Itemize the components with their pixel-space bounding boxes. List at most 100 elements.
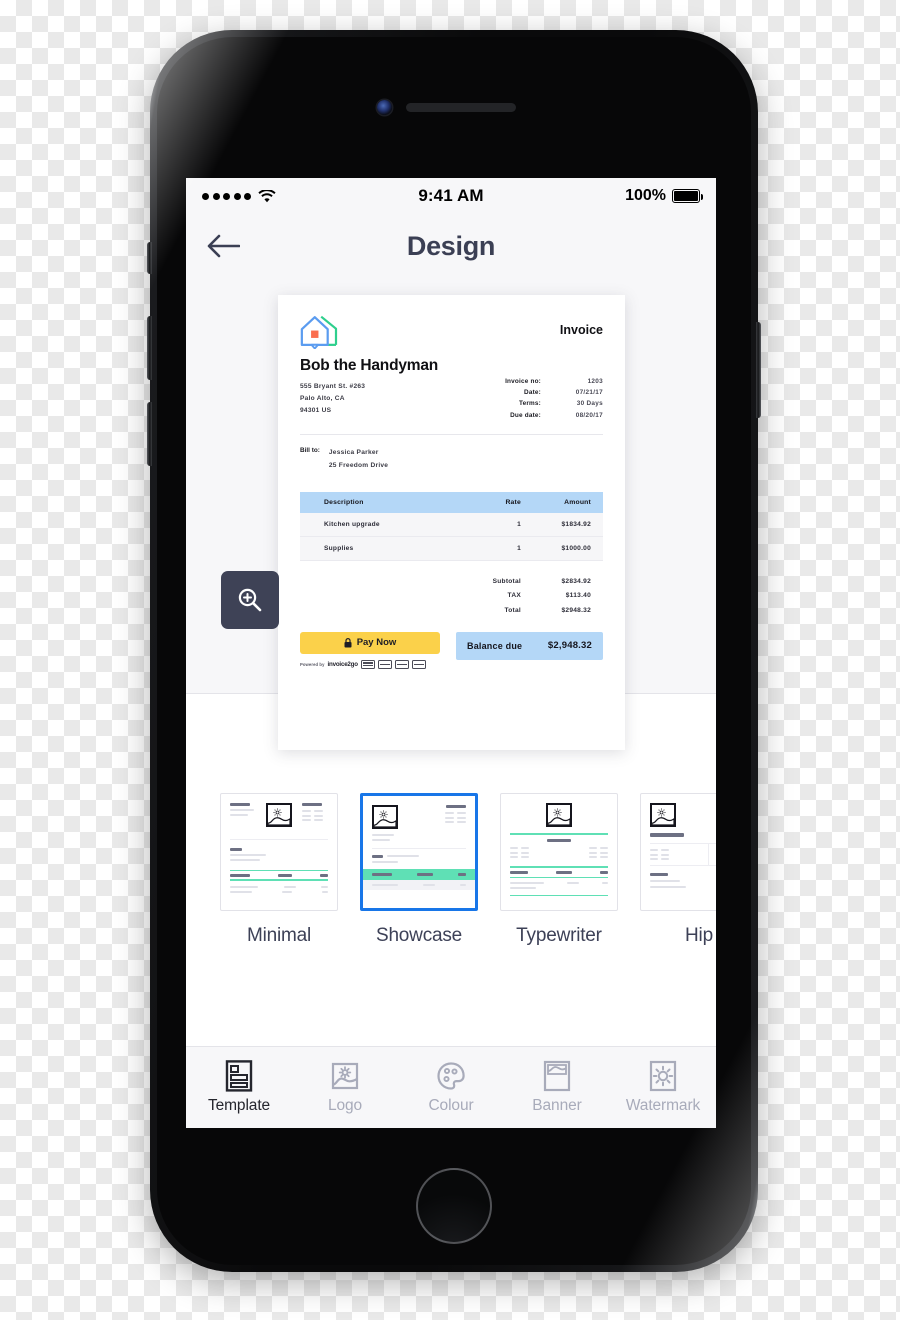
template-option-minimal[interactable]: Minimal	[220, 793, 338, 947]
phone-device: 9:41 AM 100% Design Invoice Bob the Hand…	[147, 30, 761, 1272]
totals-key: Total	[504, 606, 521, 614]
palette-icon	[437, 1062, 465, 1090]
image-picture-icon	[372, 805, 398, 829]
invoice-preview-pane: Invoice Bob the Handyman 555 Bryant St. …	[186, 278, 716, 750]
totals-key: Subtotal	[492, 578, 521, 586]
meta-key: Due date:	[510, 411, 541, 419]
tab-label: Colour	[428, 1097, 474, 1114]
pay-now-label: Pay Now	[356, 637, 397, 649]
invoice-document-preview[interactable]: Invoice Bob the Handyman 555 Bryant St. …	[278, 295, 625, 750]
meta-value: 1203	[587, 378, 603, 385]
cell-rate: 1	[451, 536, 521, 562]
column-header-amount: Amount	[521, 492, 603, 514]
template-option-hip[interactable]: Hip	[640, 793, 716, 947]
amex-card-icon	[360, 659, 375, 669]
balance-due-label: Balance due	[467, 640, 523, 651]
tab-template[interactable]: Template	[186, 1060, 292, 1115]
pay-now-block: Pay Now Powered by invoice2go	[300, 631, 440, 669]
template-option-typewriter[interactable]: Typewriter	[500, 793, 618, 947]
zoom-preview-button[interactable]	[221, 571, 279, 629]
template-option-showcase[interactable]: Showcase	[360, 793, 478, 947]
column-header-description: Description	[300, 492, 451, 514]
meta-value: 30 Days	[576, 400, 603, 408]
visa-card-icon	[394, 659, 409, 669]
cell-description: Kitchen upgrade	[300, 513, 451, 538]
table-header-row: Description Rate Amount	[300, 492, 603, 514]
generic-card-icon	[411, 659, 426, 669]
tab-watermark[interactable]: Watermark	[610, 1060, 716, 1115]
template-thumbnail-hip	[640, 793, 716, 911]
pay-now-button[interactable]: Pay Now	[300, 631, 440, 654]
template-thumbnail-showcase	[360, 793, 478, 911]
meta-key: Date:	[524, 389, 541, 397]
template-label: Typewriter	[516, 925, 602, 946]
cell-amount: $1000.00	[521, 536, 603, 562]
totals-key: TAX	[507, 592, 521, 600]
magnify-plus-icon	[238, 588, 262, 612]
template-layout-icon	[225, 1060, 253, 1092]
invoice-from-block: Bob the Handyman 555 Bryant St. #263 Pal…	[300, 357, 438, 421]
image-picture-icon	[650, 803, 676, 827]
balance-due-value: $2,948.32	[547, 640, 592, 652]
silent-switch[interactable]	[147, 242, 152, 274]
totals-row: Total $2948.32	[300, 604, 603, 618]
navigation-bar: Design	[186, 214, 716, 278]
house-logo-icon	[300, 315, 338, 349]
invoice-actions-row: Pay Now Powered by invoice2go Balance du…	[300, 631, 603, 669]
cell-amount: $1834.92	[521, 513, 603, 538]
balance-due-banner: Balance due $2,948.32	[456, 631, 603, 660]
meta-value: 07/21/17	[575, 389, 603, 397]
tab-label: Logo	[327, 1097, 363, 1114]
totals-row: Subtotal $2834.92	[300, 575, 603, 589]
invoice2go-brand: invoice2go	[327, 660, 359, 668]
bill-to-block: Bill to: Jessica Parker 25 Freedom Drive	[300, 435, 603, 486]
tab-label: Watermark	[625, 1097, 701, 1114]
bill-to-line: Jessica Parker	[328, 448, 379, 456]
bill-to-value: Jessica Parker 25 Freedom Drive	[329, 446, 388, 472]
table-row: Supplies 1 $1000.00	[300, 536, 603, 562]
meta-value: 08/20/17	[575, 411, 603, 419]
page-title: Design	[406, 230, 496, 261]
bill-to-label: Bill to:	[300, 446, 320, 454]
company-address: 555 Bryant St. #263 Palo Alto, CA 94301 …	[300, 381, 438, 418]
company-name: Bob the Handyman	[300, 357, 439, 374]
home-button[interactable]	[416, 1168, 492, 1244]
template-thumbnail-minimal	[220, 793, 338, 911]
tab-colour[interactable]: Colour	[398, 1060, 504, 1115]
lock-icon	[344, 637, 352, 648]
totals-value: $2834.92	[561, 578, 591, 586]
totals-value: $2948.32	[561, 606, 591, 614]
tab-banner[interactable]: Banner	[504, 1060, 610, 1115]
earpiece-speaker	[406, 103, 516, 112]
address-line: 94301 US	[300, 407, 332, 415]
tab-label: Banner	[532, 1097, 582, 1114]
invoice-meta-row: Due date: 08/20/17	[493, 410, 603, 421]
power-button[interactable]	[756, 322, 761, 418]
image-picture-icon	[266, 803, 292, 827]
totals-block: Subtotal $2834.92 TAX $113.40 Total $294…	[300, 575, 603, 618]
template-label: Showcase	[375, 925, 463, 946]
invoice-meta-block: Invoice no: 1203 Date: 07/21/17 Terms: 3…	[493, 376, 603, 421]
meta-key: Invoice no:	[505, 378, 541, 385]
template-thumbnail-typewriter	[500, 793, 618, 911]
invoice-meta-row: Date: 07/21/17	[493, 387, 603, 398]
cell-description: Supplies	[300, 536, 451, 562]
meta-key: Terms:	[518, 400, 541, 408]
cell-rate: 1	[451, 513, 521, 538]
banner-icon	[543, 1060, 571, 1092]
template-label: Minimal	[246, 925, 312, 946]
invoice-identity-row: Bob the Handyman 555 Bryant St. #263 Pal…	[300, 357, 603, 421]
table-row: Kitchen upgrade 1 $1834.92	[300, 513, 603, 538]
line-items-table: Description Rate Amount Kitchen upgrade …	[300, 492, 603, 562]
totals-row: TAX $113.40	[300, 589, 603, 603]
discover-card-icon	[377, 659, 392, 669]
powered-by-prefix: Powered by	[300, 661, 325, 667]
image-picture-icon	[331, 1062, 359, 1090]
invoice-heading: Invoice	[559, 323, 603, 337]
bottom-tab-bar: Template Logo Colour Banner Watermark	[186, 1046, 716, 1128]
tab-logo[interactable]: Logo	[292, 1060, 398, 1115]
powered-by-row: Powered by invoice2go	[300, 659, 440, 669]
template-label: Hip	[685, 925, 713, 946]
volume-up-button[interactable]	[147, 316, 152, 380]
volume-down-button[interactable]	[147, 402, 152, 466]
